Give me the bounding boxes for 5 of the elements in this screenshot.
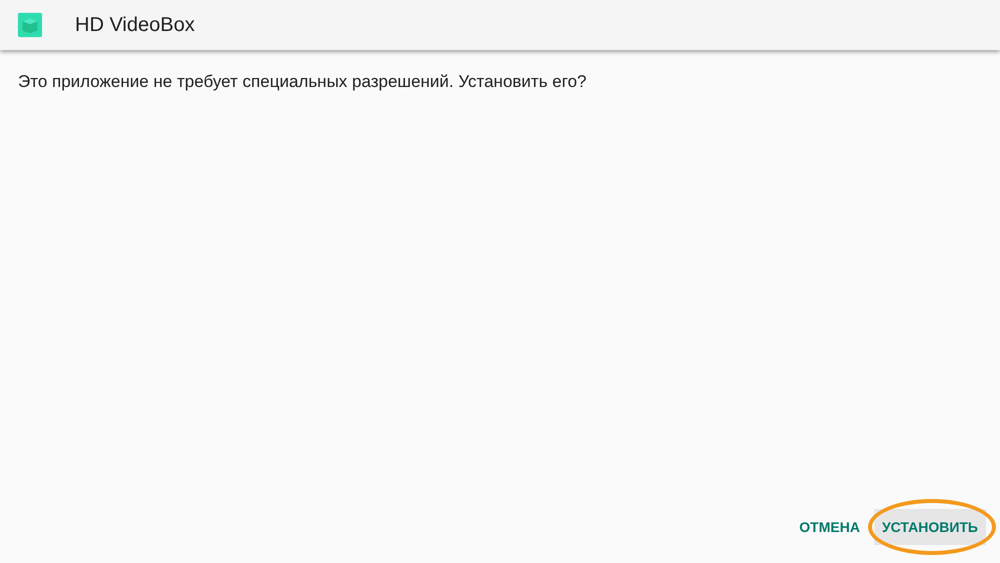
app-icon <box>17 12 43 38</box>
permission-message: Это приложение не требует специальных разрешений. Установить его? <box>18 72 588 92</box>
dialog-button[interactable]: ОТМЕНА <box>791 509 868 545</box>
app-title: HD VideoBox <box>75 14 195 36</box>
dialog-button[interactable]: УСТАНОВИТЬ <box>874 509 986 545</box>
